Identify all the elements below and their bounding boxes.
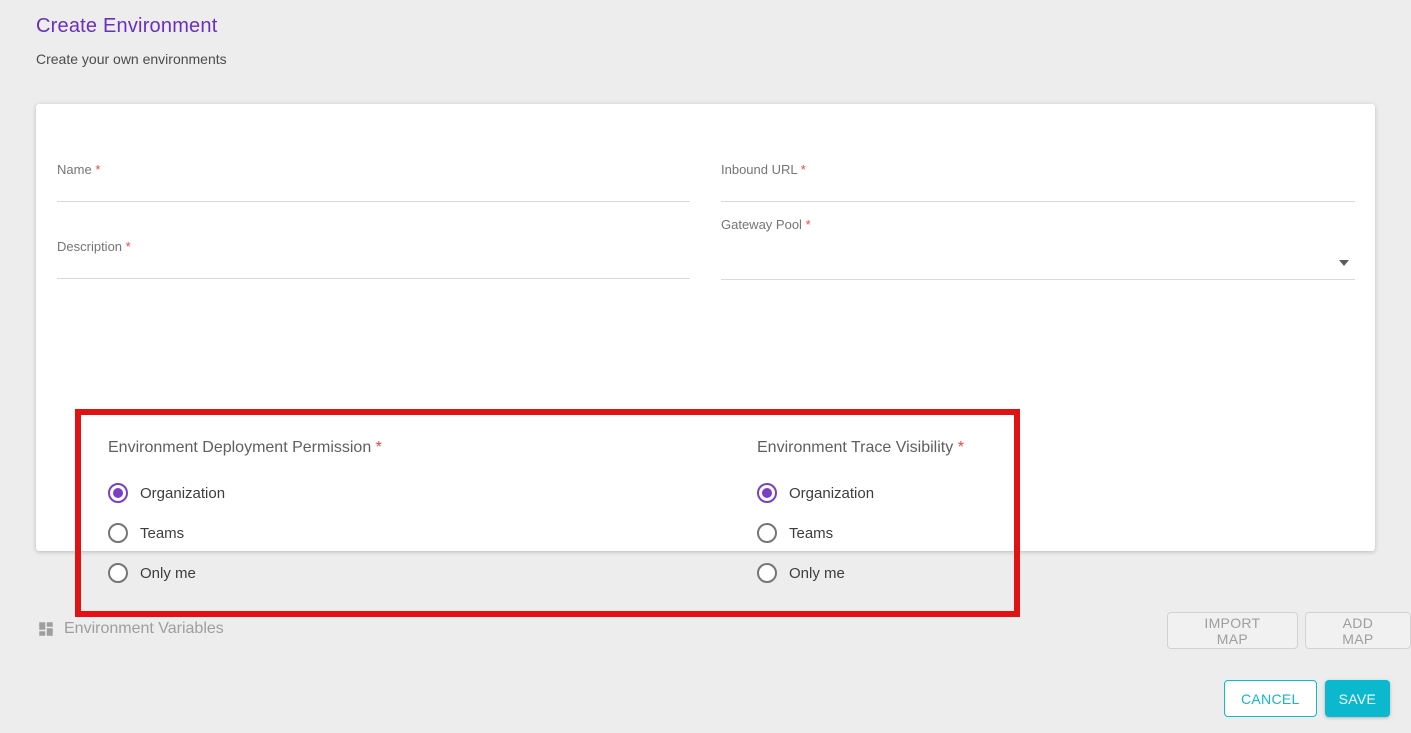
cancel-button[interactable]: CANCEL <box>1224 680 1317 717</box>
radio-option-deployment-teams[interactable]: Teams <box>108 513 382 553</box>
footer-actions: CANCEL SAVE <box>1224 680 1390 717</box>
radio-option-trace-organization[interactable]: Organization <box>757 473 964 513</box>
radio-option-label: Teams <box>140 525 184 542</box>
import-map-button[interactable]: IMPORT MAP <box>1167 612 1298 649</box>
radio-unselected-icon <box>108 523 128 543</box>
description-field: Description * <box>57 238 690 279</box>
map-buttons-group: IMPORT MAP ADD MAP <box>1167 612 1411 649</box>
required-asterisk: * <box>126 239 131 254</box>
radio-option-label: Only me <box>140 565 196 582</box>
name-field: Name * <box>57 161 690 202</box>
radio-option-label: Only me <box>789 565 845 582</box>
name-input[interactable] <box>57 188 690 202</box>
radio-option-deployment-organization[interactable]: Organization <box>108 473 382 513</box>
required-asterisk: * <box>95 162 100 177</box>
gateway-pool-select[interactable] <box>721 234 1355 280</box>
inbound-url-input[interactable] <box>721 188 1355 202</box>
gateway-pool-field: Gateway Pool * <box>721 216 1355 264</box>
page-title: Create Environment <box>36 15 227 38</box>
environment-form-card: Name * Inbound URL * Description * Gatew… <box>36 104 1375 551</box>
environment-variables-title: Environment Variables <box>64 620 224 638</box>
name-label: Name * <box>57 162 100 177</box>
create-environment-page: Create Environment Create your own envir… <box>0 0 1411 733</box>
radio-option-trace-teams[interactable]: Teams <box>757 513 964 553</box>
required-asterisk: * <box>376 439 382 456</box>
radio-selected-icon <box>108 483 128 503</box>
page-header: Create Environment Create your own envir… <box>36 15 227 67</box>
radio-unselected-icon <box>108 563 128 583</box>
inbound-url-label-text: Inbound URL <box>721 162 797 177</box>
trace-visibility-options: Organization Teams Only me <box>757 473 964 593</box>
deployment-permission-group: Environment Deployment Permission * Orga… <box>108 439 382 593</box>
radio-option-label: Organization <box>789 485 874 502</box>
environment-variables-header: Environment Variables <box>37 620 224 638</box>
inbound-url-field: Inbound URL * <box>721 161 1355 202</box>
radio-unselected-icon <box>757 563 777 583</box>
gateway-pool-label: Gateway Pool * <box>721 217 811 232</box>
radio-option-trace-only-me[interactable]: Only me <box>757 553 964 593</box>
trace-visibility-title: Environment Trace Visibility * <box>757 439 964 457</box>
deployment-permission-title: Environment Deployment Permission * <box>108 439 382 457</box>
required-asterisk: * <box>806 217 811 232</box>
radio-unselected-icon <box>757 523 777 543</box>
highlight-annotation-box: Environment Deployment Permission * Orga… <box>75 409 1020 617</box>
radio-option-deployment-only-me[interactable]: Only me <box>108 553 382 593</box>
add-map-button[interactable]: ADD MAP <box>1305 612 1411 649</box>
description-input[interactable] <box>57 265 690 279</box>
required-asterisk: * <box>801 162 806 177</box>
trace-visibility-title-text: Environment Trace Visibility <box>757 439 953 456</box>
dashboard-grid-icon <box>37 620 55 638</box>
radio-option-label: Teams <box>789 525 833 542</box>
chevron-down-icon <box>1339 260 1349 266</box>
save-button[interactable]: SAVE <box>1325 680 1391 717</box>
inbound-url-label: Inbound URL * <box>721 162 806 177</box>
radio-option-label: Organization <box>140 485 225 502</box>
description-label: Description * <box>57 239 131 254</box>
description-label-text: Description <box>57 239 122 254</box>
deployment-permission-title-text: Environment Deployment Permission <box>108 439 371 456</box>
page-subtitle: Create your own environments <box>36 51 227 67</box>
trace-visibility-group: Environment Trace Visibility * Organizat… <box>757 439 964 593</box>
name-label-text: Name <box>57 162 92 177</box>
radio-selected-icon <box>757 483 777 503</box>
required-asterisk: * <box>958 439 964 456</box>
deployment-permission-options: Organization Teams Only me <box>108 473 382 593</box>
gateway-pool-label-text: Gateway Pool <box>721 217 802 232</box>
